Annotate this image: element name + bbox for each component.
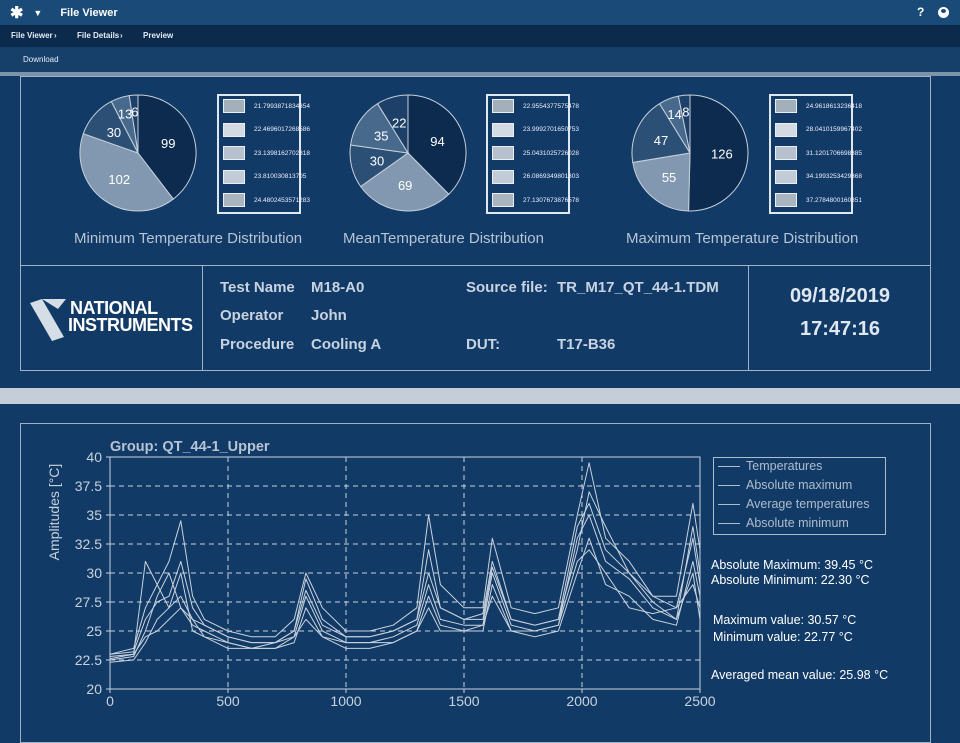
x-tick-label: 500 (216, 693, 240, 709)
averaged-mean-value: Averaged mean value: 25.98 °C (711, 668, 889, 682)
y-tick-label: 37.5 (75, 478, 102, 494)
y-tick-label: 20 (86, 681, 102, 697)
legend-line (718, 484, 740, 486)
y-tick-label: 30 (86, 565, 102, 581)
legend-line (718, 503, 740, 505)
y-tick-label: 25 (86, 623, 102, 639)
y-tick-label: 27.5 (75, 594, 102, 610)
legend-label: Absolute minimum (746, 516, 849, 530)
series-line (109, 502, 701, 655)
legend-label: Absolute maximum (746, 478, 853, 492)
legend-line (718, 522, 740, 524)
series-line (109, 491, 701, 657)
x-tick-label: 0 (106, 693, 114, 709)
maximum-value: Maximum value: 30.57 °C (713, 613, 857, 627)
x-tick-label: 1000 (330, 693, 361, 709)
chart-legend-item: Temperatures (718, 459, 822, 473)
y-tick-label: 40 (86, 449, 102, 465)
chart-legend-item: Average temperatures (718, 497, 869, 511)
y-tick-label: 22.5 (75, 652, 102, 668)
x-tick-label: 1500 (448, 693, 479, 709)
y-tick-label: 35 (86, 507, 102, 523)
absolute-minimum: Absolute Minimum: 22.30 °C (711, 573, 870, 587)
y-axis-label: Amplitudes [°C] (46, 464, 62, 561)
chart-legend-item: Absolute maximum (718, 478, 852, 492)
legend-line (718, 465, 740, 467)
x-tick-label: 2000 (566, 693, 597, 709)
series-line (109, 537, 701, 663)
absolute-maximum: Absolute Maximum: 39.45 °C (711, 558, 874, 572)
chart-title: Group: QT_44-1_Upper (110, 439, 270, 455)
plot-frame (109, 456, 701, 690)
x-tick-label: 2500 (684, 693, 715, 709)
y-tick-label: 32.5 (75, 536, 102, 552)
legend-label: Average temperatures (746, 497, 870, 511)
chart-legend-item: Absolute minimum (718, 516, 849, 530)
legend-label: Temperatures (746, 459, 823, 473)
line-chart: 20 22.5 25 27.5 30 32.5 35 37.5 40 0 500 1000 1500 20… (46, 439, 716, 709)
minimum-value: Minimum value: 22.77 °C (713, 630, 853, 644)
